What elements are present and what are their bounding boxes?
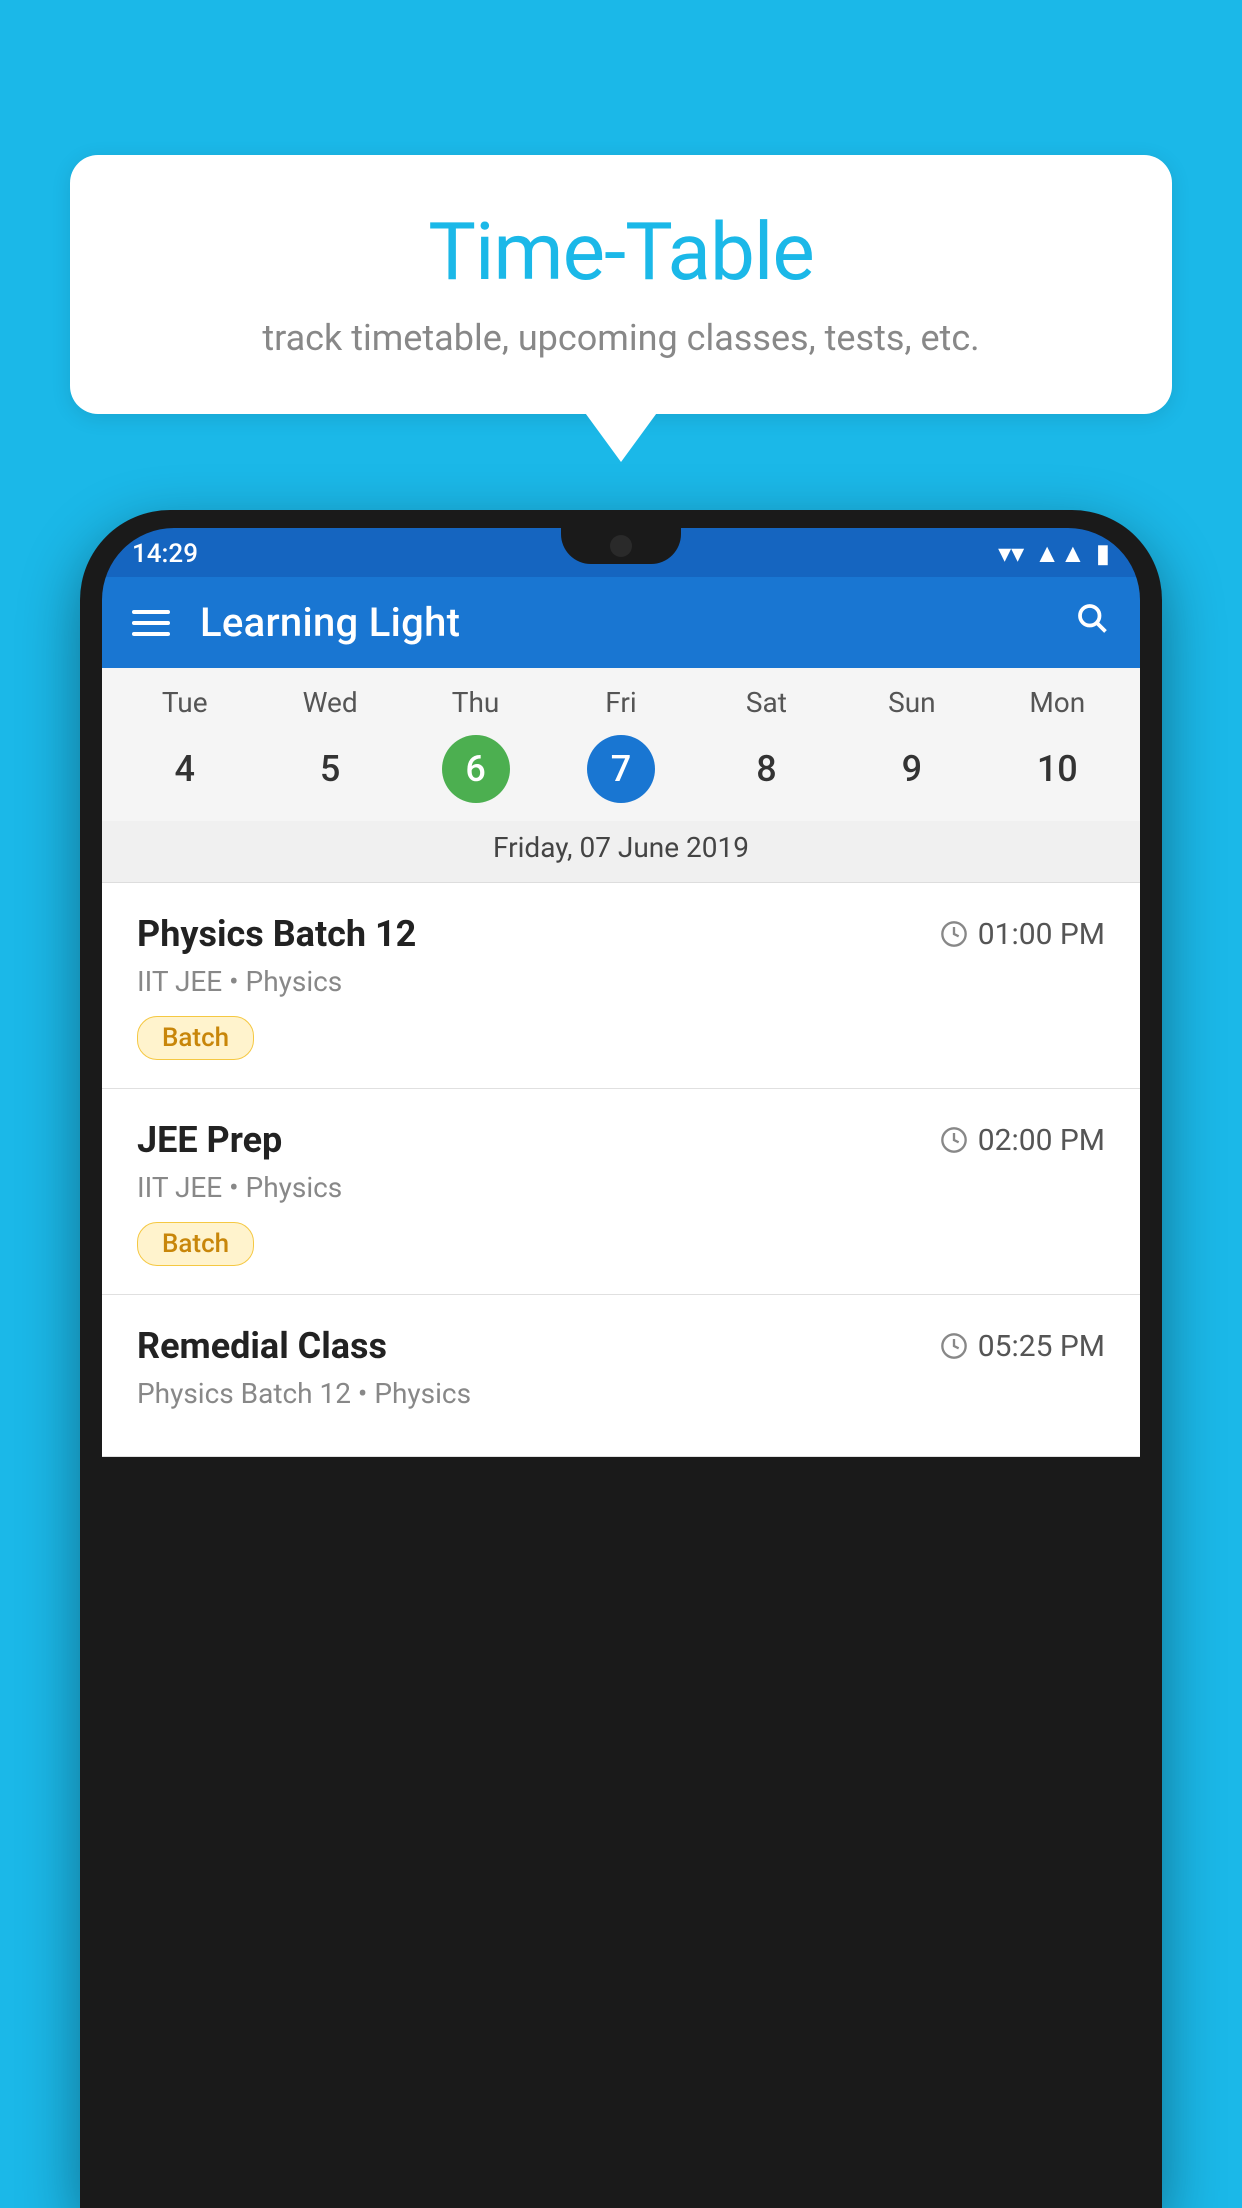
- selected-date-label: Friday, 07 June 2019: [102, 821, 1140, 883]
- status-bar: 14:29 ▾▾ ▲▲ ▮: [102, 528, 1140, 577]
- class-item-2[interactable]: JEE Prep 02:00 PM IIT JEE • Physics Batc…: [102, 1089, 1140, 1295]
- class-2-meta: IIT JEE • Physics: [137, 1171, 1105, 1204]
- class-2-tag: Batch: [137, 1222, 254, 1266]
- day-6-today[interactable]: 6: [442, 735, 510, 803]
- day-7-selected[interactable]: 7: [587, 735, 655, 803]
- calendar-strip: Tue Wed Thu Fri Sat Sun Mon 4 5 6 7 8 9 …: [102, 668, 1140, 883]
- clock-icon-1: [940, 920, 968, 948]
- day-name-sat[interactable]: Sat: [694, 686, 839, 719]
- class-1-tag: Batch: [137, 1016, 254, 1060]
- day-10[interactable]: 10: [985, 735, 1130, 803]
- class-2-name: JEE Prep: [137, 1119, 282, 1161]
- day-9[interactable]: 9: [839, 735, 984, 803]
- class-3-time: 05:25 PM: [940, 1329, 1105, 1364]
- class-item-2-header: JEE Prep 02:00 PM: [137, 1119, 1105, 1161]
- day-names-row: Tue Wed Thu Fri Sat Sun Mon: [102, 668, 1140, 727]
- status-icons: ▾▾ ▲▲ ▮: [998, 538, 1110, 569]
- class-2-time: 02:00 PM: [940, 1123, 1105, 1158]
- app-header: Learning Light: [102, 577, 1140, 668]
- class-3-name: Remedial Class: [137, 1325, 387, 1367]
- day-name-sun[interactable]: Sun: [839, 686, 984, 719]
- day-name-thu[interactable]: Thu: [403, 686, 548, 719]
- search-button[interactable]: [1074, 600, 1110, 646]
- day-4[interactable]: 4: [112, 735, 257, 803]
- battery-icon: ▮: [1096, 539, 1110, 569]
- class-item-3[interactable]: Remedial Class 05:25 PM Physics Batch 12…: [102, 1295, 1140, 1457]
- class-list: Physics Batch 12 01:00 PM IIT JEE • Phys…: [102, 883, 1140, 1457]
- day-name-tue[interactable]: Tue: [112, 686, 257, 719]
- camera-cutout: [610, 535, 632, 557]
- phone-notch: [561, 528, 681, 564]
- class-3-meta: Physics Batch 12 • Physics: [137, 1377, 1105, 1410]
- class-1-meta: IIT JEE • Physics: [137, 965, 1105, 998]
- day-name-fri[interactable]: Fri: [548, 686, 693, 719]
- wifi-icon: ▾▾: [998, 539, 1024, 569]
- day-numbers-row: 4 5 6 7 8 9 10: [102, 727, 1140, 821]
- day-name-mon[interactable]: Mon: [985, 686, 1130, 719]
- signal-icon: ▲▲: [1034, 538, 1085, 569]
- day-name-wed[interactable]: Wed: [257, 686, 402, 719]
- class-item-1[interactable]: Physics Batch 12 01:00 PM IIT JEE • Phys…: [102, 883, 1140, 1089]
- day-5[interactable]: 5: [257, 735, 402, 803]
- speech-bubble: Time-Table track timetable, upcoming cla…: [70, 155, 1172, 414]
- class-1-time: 01:00 PM: [940, 917, 1105, 952]
- phone-inner: 14:29 ▾▾ ▲▲ ▮ Learning Light Tue: [102, 528, 1140, 1457]
- class-item-1-header: Physics Batch 12 01:00 PM: [137, 913, 1105, 955]
- status-time: 14:29: [132, 539, 198, 569]
- day-8[interactable]: 8: [694, 735, 839, 803]
- phone-frame: 14:29 ▾▾ ▲▲ ▮ Learning Light Tue: [80, 510, 1162, 2208]
- clock-icon-2: [940, 1126, 968, 1154]
- bubble-title: Time-Table: [130, 205, 1112, 299]
- class-item-3-header: Remedial Class 05:25 PM: [137, 1325, 1105, 1367]
- app-title: Learning Light: [200, 599, 1044, 646]
- clock-icon-3: [940, 1332, 968, 1360]
- menu-icon[interactable]: [132, 610, 170, 636]
- class-1-name: Physics Batch 12: [137, 913, 416, 955]
- bubble-subtitle: track timetable, upcoming classes, tests…: [130, 317, 1112, 359]
